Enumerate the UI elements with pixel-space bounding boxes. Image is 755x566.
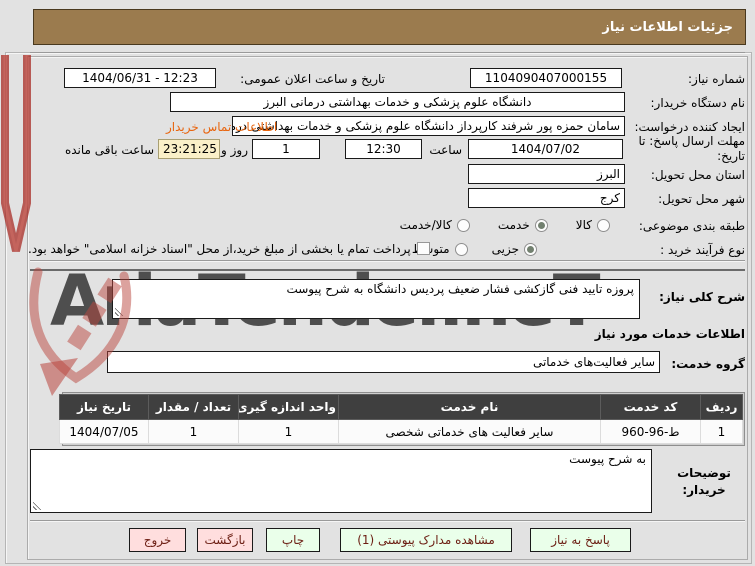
buyer-notes-label: توضیحات خریدار: [677, 466, 731, 497]
deadline-days-input[interactable]: 1 [252, 139, 320, 159]
city-input[interactable]: کرج [468, 188, 625, 208]
process-option-label: جزیی [491, 242, 519, 256]
col-row-number: ردیف [700, 394, 743, 420]
need-details-page: { "title": "جزئیات اطلاعات نیاز", "water… [0, 0, 755, 566]
cell-unit: 1 [238, 419, 339, 444]
deadline-hour-label: ساعت [429, 143, 462, 157]
need-description-textarea[interactable]: پروزه تایید فنی گازکشی فشار ضعیف پردیس د… [112, 279, 640, 319]
page-title-bar: جزئیات اطلاعات نیاز [33, 9, 746, 45]
buyer-contact-link[interactable]: اطلاعات تماس خریدار [166, 120, 277, 134]
radio-icon[interactable] [456, 218, 470, 232]
deadline-date-input[interactable]: 1404/07/02 [468, 139, 623, 159]
radio-icon[interactable] [524, 242, 537, 256]
service-group-input[interactable]: سایر فعالیت‌های خدماتی [107, 351, 660, 373]
resize-handle-icon[interactable] [115, 307, 124, 316]
col-unit: واحد اندازه گیری [238, 394, 339, 420]
page-title: جزئیات اطلاعات نیاز [602, 19, 733, 35]
resize-handle-icon[interactable] [33, 501, 42, 510]
exit-button[interactable]: خروج [129, 528, 186, 552]
col-quantity: تعداد / مقدار [148, 394, 239, 420]
divider-top [30, 52, 745, 54]
table-header-row: ردیف کد خدمت نام خدمت واحد اندازه گیری ت… [59, 394, 743, 420]
cell-row-number: 1 [700, 419, 743, 444]
view-attachments-button[interactable]: مشاهده مدارک پیوستی (1) [340, 528, 512, 552]
announce-datetime-label: تاریخ و ساعت اعلان عمومی: [240, 72, 385, 86]
remaining-time-badge: 23:21:25 [158, 139, 220, 159]
services-section-title: اطلاعات خدمات مورد نیاز [594, 327, 745, 341]
remaining-time-label: ساعت باقی مانده [64, 143, 154, 157]
buyer-notes-text: به شرح پیوست [569, 452, 646, 466]
col-need-date: تاریخ نیاز [59, 394, 149, 420]
category-label: طبقه بندی موضوعی: [638, 219, 745, 233]
radio-icon[interactable] [454, 242, 468, 256]
request-creator-label: ایجاد کننده درخواست: [634, 120, 745, 134]
divider-mid [30, 260, 745, 262]
process-type-options: جزیی متوسط [412, 242, 537, 256]
col-service-name: نام خدمت [338, 394, 601, 420]
buyer-org-input[interactable]: دانشگاه علوم پزشکی و خدمات بهداشتی درمان… [170, 92, 625, 112]
announce-datetime-input[interactable]: 1404/06/31 - 12:23 [64, 68, 216, 88]
treasury-docs-option[interactable]: پرداخت تمام یا بخشی از مبلغ خرید،از محل … [28, 242, 430, 256]
cell-service-code: 960-96-ط [600, 419, 701, 444]
buyer-notes-textarea[interactable]: به شرح پیوست [30, 449, 652, 513]
answer-need-button[interactable]: پاسخ به نیاز [530, 528, 631, 552]
category-option-goods-service[interactable]: کالا/خدمت [400, 218, 470, 232]
deadline-label: مهلت ارسال پاسخ: تا تاریخ: [638, 134, 745, 163]
need-number-label: شماره نیاز: [688, 72, 745, 86]
table-row[interactable]: 1 960-96-ط سایر فعالیت های خدماتی شخصی 1… [59, 419, 743, 444]
deadline-time-input[interactable]: 12:30 [345, 139, 422, 159]
cell-service-name: سایر فعالیت های خدماتی شخصی [338, 419, 601, 444]
section-border [30, 269, 745, 271]
col-service-code: کد خدمت [600, 394, 701, 420]
province-input[interactable]: البرز [468, 164, 625, 184]
services-table: ردیف کد خدمت نام خدمت واحد اندازه گیری ت… [59, 392, 745, 446]
request-creator-input[interactable]: سامان حمزه پور شرفند کارپرداز دانشگاه عل… [232, 116, 625, 136]
cell-quantity: 1 [148, 419, 239, 444]
category-options: کالا خدمت کالا/خدمت [400, 218, 610, 232]
radio-icon[interactable] [534, 218, 548, 232]
print-button[interactable]: چاپ [266, 528, 320, 552]
need-description-text: پروزه تایید فنی گازکشی فشار ضعیف پردیس د… [286, 282, 634, 296]
radio-icon[interactable] [597, 218, 610, 232]
treasury-docs-label: پرداخت تمام یا بخشی از مبلغ خرید،از محل … [28, 242, 411, 256]
service-group-label: گروه خدمت: [671, 357, 745, 371]
cell-need-date: 1404/07/05 [59, 419, 149, 444]
deadline-days-label: روز و [221, 143, 248, 157]
city-label: شهر محل تحویل: [658, 192, 745, 206]
need-description-label: شرح کلی نیاز: [659, 290, 745, 304]
checkbox-icon[interactable] [416, 242, 430, 255]
province-label: استان محل تحویل: [650, 168, 745, 182]
category-option-label: کالا [575, 218, 592, 232]
category-option-service[interactable]: خدمت [498, 218, 548, 232]
buyer-org-label: نام دستگاه خریدار: [650, 96, 746, 110]
process-option-minor[interactable]: جزیی [492, 242, 537, 256]
process-type-label: نوع فرآیند خرید : [660, 243, 745, 257]
back-button[interactable]: بازگشت [197, 528, 253, 552]
category-option-label: خدمت [497, 218, 530, 232]
need-number-input[interactable]: 1104090407000155 [470, 68, 622, 88]
divider-bottom [30, 520, 745, 522]
category-option-goods[interactable]: کالا [576, 218, 610, 232]
category-option-label: کالا/خدمت [399, 218, 452, 232]
